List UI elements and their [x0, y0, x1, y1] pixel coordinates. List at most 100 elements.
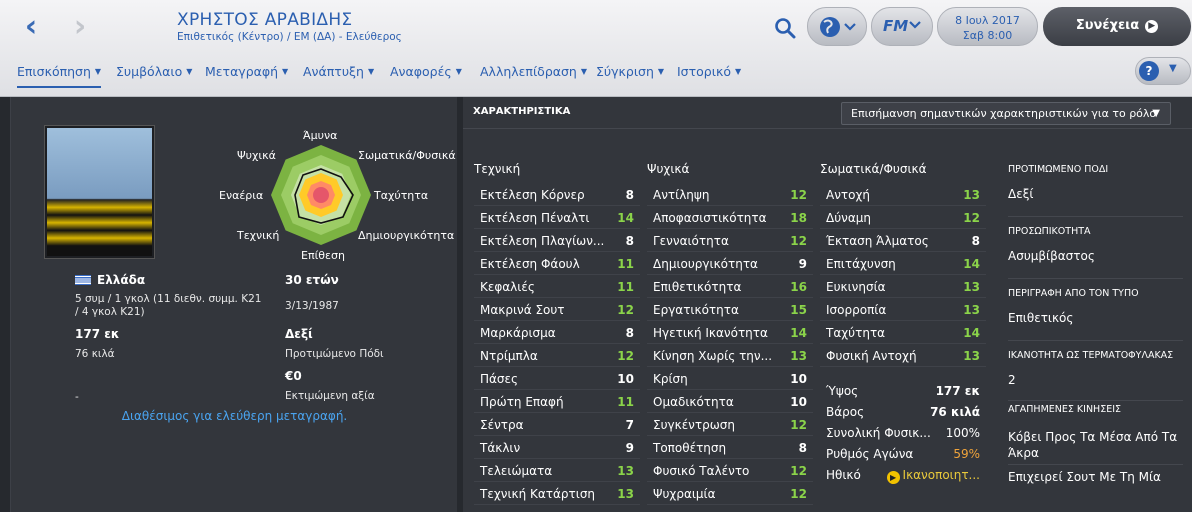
tab-history[interactable]: Ιστορικό ▼	[677, 64, 741, 86]
chevron-down-icon: ▼	[455, 67, 462, 76]
tab-development[interactable]: Ανάπτυξη ▼	[303, 64, 374, 86]
attribute-name: Δύναμη	[826, 211, 872, 225]
physical-info-name: Ύψος	[826, 384, 859, 398]
attribute-name: Εκτέλεση Πέναλτι	[480, 211, 590, 225]
attribute-row[interactable]: Πάσες 10	[474, 367, 640, 390]
preferred-foot-header: ΠΡΟΤΙΜΩΜΕΝΟ ΠΟΔΙ	[1008, 164, 1109, 175]
mental-header: Ψυχικά	[647, 162, 690, 176]
search-icon[interactable]	[773, 16, 797, 40]
chevron-down-icon	[909, 21, 921, 29]
attribute-row[interactable]: Εκτέλεση Πέναλτι 14	[474, 206, 640, 229]
attribute-row[interactable]: Ομαδικότητα 10	[647, 390, 813, 413]
attribute-row[interactable]: Κεφαλιές 11	[474, 275, 640, 298]
radar-label-technique: Τεχνική	[237, 229, 280, 242]
attribute-row[interactable]: Ψυχραιμία 12	[647, 482, 813, 505]
game-date: 8 Ιουλ 2017	[955, 14, 1020, 27]
player-subtitle[interactable]: Επιθετικός (Κέντρο) / ΕΜ (ΔΑ) - Ελεύθερο…	[177, 31, 402, 43]
morale-icon: ▶	[886, 471, 900, 484]
attribute-name: Πρώτη Επαφή	[480, 395, 564, 409]
attribute-value: 13	[790, 349, 807, 363]
attribute-value: 11	[617, 257, 634, 271]
physical-info-row: Βάρος 76 κιλά	[820, 400, 986, 421]
attribute-row[interactable]: Ισορροπία 13	[820, 298, 986, 321]
date-display[interactable]: 8 Ιουλ 2017 Σαβ 8:00	[937, 7, 1038, 46]
attribute-row[interactable]: Αποφασιστικότητα 18	[647, 206, 813, 229]
attribute-row[interactable]: Αντίληψη 12	[647, 183, 813, 206]
attribute-row[interactable]: Τοποθέτηση 8	[647, 436, 813, 459]
back-arrow-icon[interactable]: ‹	[18, 12, 44, 42]
attribute-row[interactable]: Πρώτη Επαφή 11	[474, 390, 640, 413]
attribute-value: 14	[617, 211, 634, 225]
forward-arrow-icon[interactable]: ›	[67, 12, 93, 42]
game-time: Σαβ 8:00	[962, 29, 1013, 42]
attribute-name: Τοποθέτηση	[653, 441, 727, 455]
attribute-name: Κρίση	[653, 372, 688, 386]
attribute-value: 13	[963, 280, 980, 294]
attribute-row[interactable]: Εργατικότητα 15	[647, 298, 813, 321]
attribute-row[interactable]: Ευκινησία 13	[820, 275, 986, 298]
attribute-row[interactable]: Συγκέντρωση 12	[647, 413, 813, 436]
help-button[interactable]: ? ▼	[1135, 57, 1191, 85]
attribute-row[interactable]: Επιτάχυνση 14	[820, 252, 986, 275]
tab-contract[interactable]: Συμβόλαιο ▼	[116, 64, 192, 86]
attribute-name: Εκτέλεση Κόρνερ	[480, 188, 585, 202]
attribute-row[interactable]: Ντρίμπλα 12	[474, 344, 640, 367]
tab-overview[interactable]: Επισκόπηση ▼	[17, 64, 102, 88]
attribute-row[interactable]: Ταχύτητα 14	[820, 321, 986, 344]
radar-label-physical: Σωματικά/Φυσικά	[358, 149, 456, 162]
attribute-row[interactable]: Τεχνική Κατάρτιση 13	[474, 482, 640, 505]
tab-interaction[interactable]: Αλληλεπίδραση ▼	[480, 64, 587, 86]
chevron-down-icon: ▼	[1169, 63, 1177, 74]
attribute-radar: Άμυνα Σωματικά/Φυσικά Ταχύτητα Δημιουργι…	[211, 125, 456, 265]
attribute-name: Αντίληψη	[653, 188, 710, 202]
tab-transfer[interactable]: Μεταγραφή ▼	[205, 64, 288, 86]
attribute-value: 10	[790, 372, 807, 386]
attribute-name: Φυσική Αντοχή	[826, 349, 917, 363]
availability-link[interactable]: Διαθέσιμος για ελεύθερη μεταγραφή.	[11, 409, 458, 423]
attribute-row[interactable]: Ηγετική Ικανότητα 14	[647, 321, 813, 344]
continue-label: Συνέχεια	[1075, 18, 1140, 33]
attribute-row[interactable]: Γενναιότητα 12	[647, 229, 813, 252]
attribute-row[interactable]: Δημιουργικότητα 9	[647, 252, 813, 275]
attribute-name: Επιτάχυνση	[826, 257, 896, 271]
attribute-row[interactable]: Δύναμη 12	[820, 206, 986, 229]
attribute-value: 13	[617, 464, 634, 478]
chevron-down-icon: ▼	[367, 67, 375, 76]
attribute-value: 16	[790, 280, 807, 294]
attribute-value: 13	[617, 487, 634, 501]
attribute-row[interactable]: Μακρινά Σουτ 12	[474, 298, 640, 321]
attribute-name: Κίνηση Χωρίς την...	[653, 349, 773, 363]
attribute-row[interactable]: Εκτέλεση Φάουλ 11	[474, 252, 640, 275]
player-photo	[44, 125, 155, 259]
attribute-row[interactable]: Κρίση 10	[647, 367, 813, 390]
tab-reports[interactable]: Αναφορές ▼	[390, 64, 462, 86]
attribute-row[interactable]: Φυσική Αντοχή 13	[820, 344, 986, 367]
continue-button[interactable]: Συνέχεια ▶	[1043, 7, 1191, 46]
attribute-name: Ντρίμπλα	[480, 349, 538, 363]
role-highlight-select[interactable]: Επισήμανση σημαντικών χαρακτηριστικών γι…	[841, 102, 1171, 125]
attribute-name: Ταχύτητα	[826, 326, 886, 340]
tab-comparison[interactable]: Σύγκριση ▼	[596, 64, 664, 86]
attribute-row[interactable]: Επιθετικότητα 16	[647, 275, 813, 298]
nationality[interactable]: Ελλάδα	[75, 273, 145, 287]
attribute-row[interactable]: Φυσικό Ταλέντο 12	[647, 459, 813, 482]
attribute-row[interactable]: Εκτέλεση Κόρνερ 8	[474, 183, 640, 206]
fm-menu-button[interactable]: FM	[871, 7, 933, 46]
attribute-row[interactable]: Κίνηση Χωρίς την... 13	[647, 344, 813, 367]
favourite-moves-header: ΑΓΑΠΗΜΕΝΕΣ ΚΙΝΗΣΕΙΣ	[1008, 404, 1121, 415]
attribute-row[interactable]: Αντοχή 13	[820, 183, 986, 206]
physical-info-name: Ρυθμός Αγώνα	[826, 447, 914, 461]
attribute-row[interactable]: Σέντρα 7	[474, 413, 640, 436]
globe-menu-button[interactable]	[807, 7, 867, 46]
radar-label-defence: Άμυνα	[303, 129, 338, 142]
attribute-row[interactable]: Τάκλιν 9	[474, 436, 640, 459]
attribute-name: Τεχνική Κατάρτιση	[480, 487, 596, 501]
attribute-value: 13	[963, 303, 980, 317]
attribute-row[interactable]: Εκτέλεση Πλαγίων... 8	[474, 229, 640, 252]
attribute-row[interactable]: Μαρκάρισμα 8	[474, 321, 640, 344]
attribute-row[interactable]: Έκταση Άλματος 8	[820, 229, 986, 252]
attribute-name: Τάκλιν	[480, 441, 521, 455]
help-icon: ?	[1139, 61, 1159, 81]
attribute-row[interactable]: Τελειώματα 13	[474, 459, 640, 482]
attribute-name: Εργατικότητα	[653, 303, 739, 317]
